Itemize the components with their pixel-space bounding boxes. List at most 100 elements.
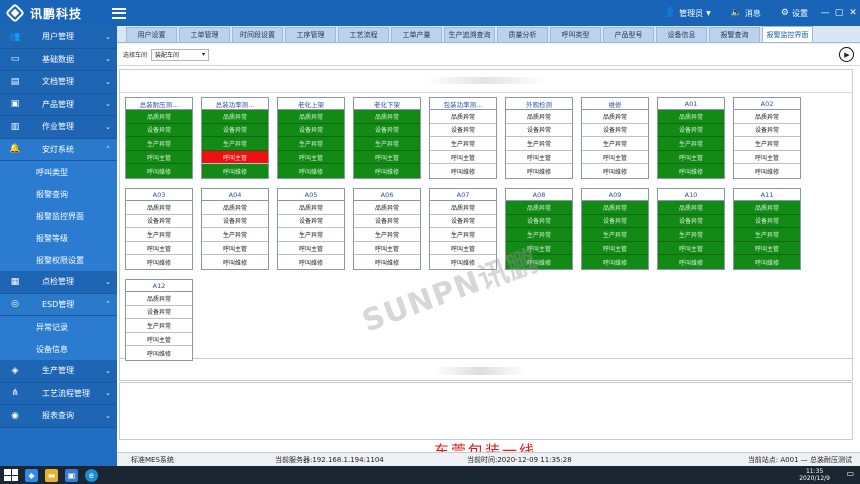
station-card[interactable]: A10 品质异常 设备异常 生产异常 呼叫主管 呼叫维修 — [657, 188, 725, 270]
alarm-cell[interactable]: 品质异常 — [430, 201, 496, 215]
alarm-cell[interactable]: 设备异常 — [202, 215, 268, 229]
alarm-cell[interactable]: 呼叫维修 — [354, 164, 420, 178]
sidebar-subitem[interactable]: 报警监控界面 — [0, 205, 117, 227]
workshop-select[interactable]: 装配车间 ▾ — [151, 48, 210, 61]
alarm-cell[interactable]: 设备异常 — [734, 124, 800, 138]
alarm-cell[interactable]: 品质异常 — [126, 110, 192, 124]
station-card[interactable]: 维修 品质异常 设备异常 生产异常 呼叫主管 呼叫维修 — [581, 97, 649, 179]
messages-button[interactable]: 🔈 消息 — [721, 0, 771, 26]
alarm-cell[interactable]: 设备异常 — [582, 214, 648, 229]
alarm-cell[interactable]: 呼叫主管 — [658, 150, 724, 165]
station-card[interactable]: A04 品质异常 设备异常 生产异常 呼叫主管 呼叫维修 — [201, 188, 269, 270]
sidebar-item[interactable]: ▣ 产品管理 ⌄ — [0, 93, 117, 116]
windows-start-icon[interactable] — [4, 469, 18, 481]
user-menu[interactable]: 👤 管理员 ▼ — [655, 0, 721, 26]
alarm-cell[interactable]: 生产异常 — [506, 228, 572, 242]
sidebar-item[interactable]: ▥ 作业管理 ⌄ — [0, 116, 117, 139]
alarm-cell[interactable]: 呼叫维修 — [430, 164, 496, 178]
sidebar-item[interactable]: ◎ ESD管理 ⌃ — [0, 293, 117, 316]
alarm-cell[interactable]: 品质异常 — [354, 110, 420, 124]
sidebar-item[interactable]: ◉ 报表查询 ⌄ — [0, 405, 117, 428]
alarm-cell[interactable]: 呼叫主管 — [202, 242, 268, 256]
sidebar-item[interactable]: ▤ 文档管理 ⌄ — [0, 71, 117, 94]
alarm-cell[interactable]: 设备异常 — [430, 215, 496, 229]
alarm-cell[interactable]: 设备异常 — [354, 123, 420, 138]
alarm-cell[interactable]: 设备异常 — [126, 123, 192, 138]
tab[interactable]: 呼叫类型 — [550, 27, 601, 42]
alarm-cell[interactable]: 设备异常 — [658, 214, 724, 229]
alarm-cell[interactable]: 呼叫维修 — [354, 255, 420, 269]
station-card[interactable]: A07 品质异常 设备异常 生产异常 呼叫主管 呼叫维修 — [429, 188, 497, 270]
alarm-cell[interactable]: 品质异常 — [658, 110, 724, 124]
alarm-cell[interactable]: 生产异常 — [430, 137, 496, 151]
alarm-cell[interactable]: 呼叫主管 — [582, 241, 648, 256]
folder-icon[interactable]: ▬ — [45, 468, 58, 482]
alarm-cell[interactable]: 品质异常 — [202, 110, 268, 124]
tab[interactable]: 工单管理 — [179, 27, 230, 42]
alarm-cell[interactable]: 生产异常 — [278, 137, 344, 151]
alarm-cell[interactable]: 呼叫维修 — [278, 164, 344, 178]
alarm-cell[interactable]: 呼叫主管 — [202, 150, 268, 165]
alarm-cell[interactable]: 品质异常 — [734, 201, 800, 215]
alarm-cell[interactable]: 生产异常 — [126, 228, 192, 242]
taskbar-app-icon[interactable]: ◆ — [25, 468, 38, 482]
station-card[interactable]: 包装功率测... 品质异常 设备异常 生产异常 呼叫主管 呼叫维修 — [429, 97, 497, 179]
alarm-cell[interactable]: 呼叫维修 — [734, 164, 800, 178]
alarm-cell[interactable]: 呼叫主管 — [278, 242, 344, 256]
tab[interactable]: 报警查询 — [709, 27, 760, 42]
station-card[interactable]: A12 品质异常 设备异常 生产异常 呼叫主管 呼叫维修 — [125, 279, 193, 361]
browser-icon[interactable]: e — [85, 468, 98, 482]
alarm-cell[interactable]: 品质异常 — [354, 201, 420, 215]
alarm-cell[interactable]: 品质异常 — [126, 292, 192, 306]
alarm-cell[interactable]: 生产异常 — [430, 228, 496, 242]
alarm-cell[interactable]: 呼叫维修 — [658, 255, 724, 269]
alarm-cell[interactable]: 呼叫维修 — [126, 346, 192, 360]
alarm-cell[interactable]: 设备异常 — [202, 123, 268, 138]
alarm-cell[interactable]: 呼叫维修 — [506, 164, 572, 178]
alarm-cell[interactable]: 呼叫维修 — [734, 255, 800, 269]
alarm-cell[interactable]: 呼叫维修 — [582, 164, 648, 178]
alarm-cell[interactable]: 品质异常 — [126, 201, 192, 215]
alarm-cell[interactable]: 品质异常 — [658, 201, 724, 215]
station-card[interactable]: 老化下架 品质异常 设备异常 生产异常 呼叫主管 呼叫维修 — [353, 97, 421, 179]
alarm-cell[interactable]: 生产异常 — [506, 137, 572, 151]
alarm-cell[interactable]: 呼叫主管 — [734, 151, 800, 165]
window-icon[interactable]: ▣ — [65, 468, 78, 482]
alarm-cell[interactable]: 生产异常 — [202, 228, 268, 242]
alarm-cell[interactable]: 设备异常 — [278, 215, 344, 229]
alarm-cell[interactable]: 设备异常 — [734, 214, 800, 229]
alarm-cell[interactable]: 呼叫维修 — [658, 164, 724, 178]
alarm-cell[interactable]: 呼叫维修 — [430, 255, 496, 269]
sidebar-item[interactable]: 👥 用户管理 ⌄ — [0, 26, 117, 49]
alarm-cell[interactable]: 品质异常 — [734, 110, 800, 124]
alarm-cell[interactable]: 品质异常 — [202, 201, 268, 215]
sidebar-item[interactable]: ▭ 基础数据 ⌄ — [0, 48, 117, 71]
alarm-cell[interactable]: 品质异常 — [582, 201, 648, 215]
alarm-cell[interactable]: 品质异常 — [278, 110, 344, 124]
alarm-cell[interactable]: 设备异常 — [430, 124, 496, 138]
tab[interactable]: 设备信息 — [656, 27, 707, 42]
alarm-cell[interactable]: 呼叫主管 — [278, 150, 344, 165]
tab[interactable]: 生产追溯查询 — [444, 27, 495, 42]
alarm-cell[interactable]: 设备异常 — [658, 123, 724, 138]
alarm-cell[interactable]: 呼叫主管 — [506, 151, 572, 165]
alarm-cell[interactable]: 生产异常 — [734, 228, 800, 242]
station-card[interactable]: 外观检测 品质异常 设备异常 生产异常 呼叫主管 呼叫维修 — [505, 97, 573, 179]
tab[interactable]: 用户设置 — [126, 27, 177, 42]
minimize-icon[interactable]: — — [818, 8, 832, 18]
sidebar-item[interactable]: 🔔 安灯系统 ⌃ — [0, 138, 117, 161]
station-card[interactable]: A03 品质异常 设备异常 生产异常 呼叫主管 呼叫维修 — [125, 188, 193, 270]
alarm-cell[interactable]: 设备异常 — [582, 124, 648, 138]
close-icon[interactable]: ✕ — [846, 8, 860, 18]
alarm-cell[interactable]: 生产异常 — [658, 228, 724, 242]
alarm-cell[interactable]: 品质异常 — [582, 110, 648, 124]
alarm-cell[interactable]: 呼叫主管 — [126, 333, 192, 347]
tab[interactable]: 质量分析 — [497, 27, 548, 42]
alarm-cell[interactable]: 呼叫维修 — [582, 255, 648, 269]
maximize-icon[interactable]: ▢ — [832, 8, 846, 18]
station-card[interactable]: A01 品质异常 设备异常 生产异常 呼叫主管 呼叫维修 — [657, 97, 725, 179]
sidebar-item[interactable]: ▦ 点检管理 ⌄ — [0, 271, 117, 294]
alarm-cell[interactable]: 生产异常 — [354, 228, 420, 242]
tab[interactable]: 时间段设置 — [232, 27, 283, 42]
station-card[interactable]: A08 品质异常 设备异常 生产异常 呼叫主管 呼叫维修 — [505, 188, 573, 270]
